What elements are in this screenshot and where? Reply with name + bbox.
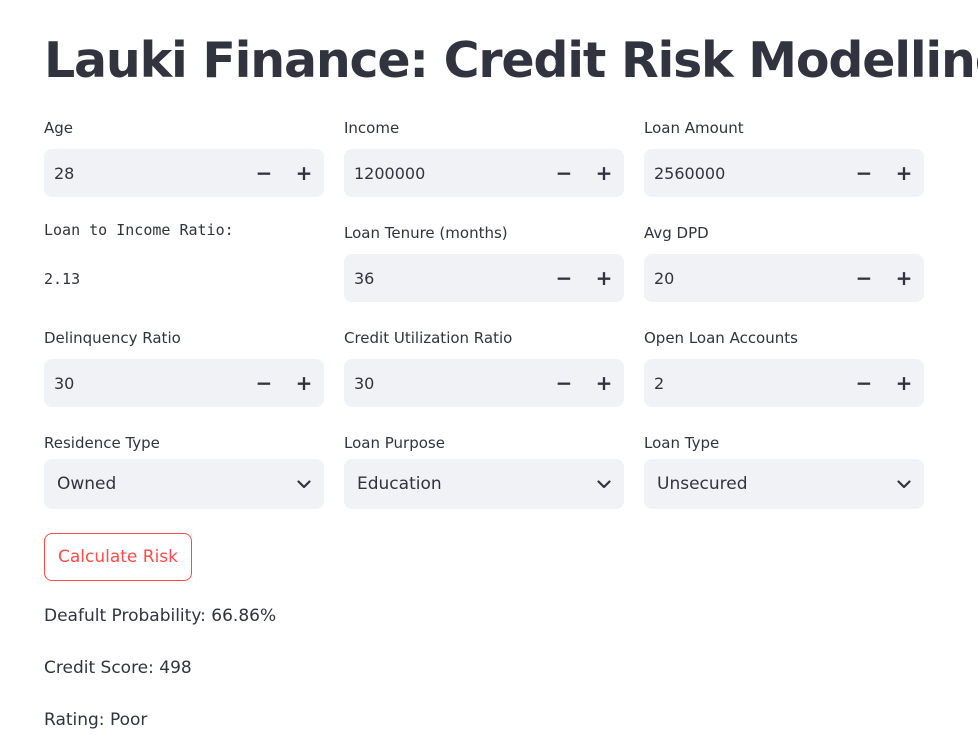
income-increment-button[interactable]: +	[584, 149, 624, 197]
default-probability-text: Deafult Probability: 66.86%	[44, 606, 277, 626]
rating-text: Rating: Poor	[44, 710, 148, 730]
minus-icon: −	[555, 266, 573, 290]
age-value[interactable]: 28	[44, 164, 244, 183]
credit-utilization-ratio-decrement-button[interactable]: −	[544, 359, 584, 407]
app-page: Lauki Finance: Credit Risk Modelling Age…	[0, 0, 978, 748]
loan-type-field: Loan Type Unsecured	[644, 433, 924, 509]
credit-utilization-ratio-value[interactable]: 30	[344, 374, 544, 393]
residence-type-select[interactable]: Owned	[44, 459, 324, 509]
open-loan-accounts-value[interactable]: 2	[644, 374, 844, 393]
loan-amount-input[interactable]: 2560000 − +	[644, 149, 924, 197]
delinquency-ratio-input[interactable]: 30 − +	[44, 359, 324, 407]
credit-utilization-ratio-increment-button[interactable]: +	[584, 359, 624, 407]
income-value[interactable]: 1200000	[344, 164, 544, 183]
delinquency-ratio-decrement-button[interactable]: −	[244, 359, 284, 407]
loan-tenure-field: Loan Tenure (months) 36 − +	[344, 223, 624, 302]
loan-amount-label: Loan Amount	[644, 119, 744, 137]
age-label: Age	[44, 119, 74, 137]
loan-type-value: Unsecured	[657, 474, 748, 494]
loan-tenure-increment-button[interactable]: +	[584, 254, 624, 302]
income-label: Income	[344, 119, 400, 137]
plus-icon: +	[595, 371, 613, 395]
loan-type-select[interactable]: Unsecured	[644, 459, 924, 509]
minus-icon: −	[555, 161, 573, 185]
open-loan-accounts-decrement-button[interactable]: −	[844, 359, 884, 407]
age-increment-button[interactable]: +	[284, 149, 324, 197]
open-loan-accounts-field: Open Loan Accounts 2 − +	[644, 328, 924, 407]
avg-dpd-increment-button[interactable]: +	[884, 254, 924, 302]
plus-icon: +	[595, 266, 613, 290]
delinquency-ratio-value[interactable]: 30	[44, 374, 244, 393]
credit-utilization-ratio-field: Credit Utilization Ratio 30 − +	[344, 328, 624, 407]
credit-utilization-ratio-input[interactable]: 30 − +	[344, 359, 624, 407]
plus-icon: +	[895, 371, 913, 395]
loan-to-income-ratio-label: Loan to Income Ratio:	[44, 221, 234, 239]
age-input[interactable]: 28 − +	[44, 149, 324, 197]
loan-to-income-ratio-value: 2.13	[44, 270, 81, 288]
residence-type-label: Residence Type	[44, 434, 160, 452]
credit-score-text: Credit Score: 498	[44, 658, 192, 678]
minus-icon: −	[555, 371, 573, 395]
loan-tenure-label: Loan Tenure (months)	[344, 224, 508, 242]
avg-dpd-label: Avg DPD	[644, 224, 709, 242]
loan-amount-value[interactable]: 2560000	[644, 164, 844, 183]
minus-icon: −	[255, 371, 273, 395]
loan-purpose-select[interactable]: Education	[344, 459, 624, 509]
open-loan-accounts-increment-button[interactable]: +	[884, 359, 924, 407]
avg-dpd-input[interactable]: 20 − +	[644, 254, 924, 302]
plus-icon: +	[895, 266, 913, 290]
plus-icon: +	[895, 161, 913, 185]
calculate-risk-button[interactable]: Calculate Risk	[44, 533, 192, 581]
income-field: Income 1200000 − +	[344, 118, 624, 197]
delinquency-ratio-increment-button[interactable]: +	[284, 359, 324, 407]
chevron-down-icon[interactable]	[884, 459, 924, 509]
credit-utilization-ratio-label: Credit Utilization Ratio	[344, 329, 513, 347]
avg-dpd-field: Avg DPD 20 − +	[644, 223, 924, 302]
loan-amount-increment-button[interactable]: +	[884, 149, 924, 197]
delinquency-ratio-field: Delinquency Ratio 30 − +	[44, 328, 324, 407]
loan-type-label: Loan Type	[644, 434, 720, 452]
residence-type-value: Owned	[57, 474, 117, 494]
plus-icon: +	[295, 161, 313, 185]
plus-icon: +	[595, 161, 613, 185]
loan-tenure-input[interactable]: 36 − +	[344, 254, 624, 302]
loan-purpose-value: Education	[357, 474, 442, 494]
loan-amount-decrement-button[interactable]: −	[844, 149, 884, 197]
loan-purpose-field: Loan Purpose Education	[344, 433, 624, 509]
minus-icon: −	[255, 161, 273, 185]
age-field: Age 28 − +	[44, 118, 324, 197]
open-loan-accounts-input[interactable]: 2 − +	[644, 359, 924, 407]
open-loan-accounts-label: Open Loan Accounts	[644, 329, 798, 347]
chevron-down-icon[interactable]	[284, 459, 324, 509]
page-title: Lauki Finance: Credit Risk Modelling	[44, 32, 978, 89]
delinquency-ratio-label: Delinquency Ratio	[44, 329, 181, 347]
income-decrement-button[interactable]: −	[544, 149, 584, 197]
plus-icon: +	[295, 371, 313, 395]
chevron-down-icon[interactable]	[584, 459, 624, 509]
age-decrement-button[interactable]: −	[244, 149, 284, 197]
avg-dpd-value[interactable]: 20	[644, 269, 844, 288]
minus-icon: −	[855, 371, 873, 395]
income-input[interactable]: 1200000 − +	[344, 149, 624, 197]
minus-icon: −	[855, 266, 873, 290]
avg-dpd-decrement-button[interactable]: −	[844, 254, 884, 302]
loan-tenure-decrement-button[interactable]: −	[544, 254, 584, 302]
loan-amount-field: Loan Amount 2560000 − +	[644, 118, 924, 197]
loan-tenure-value[interactable]: 36	[344, 269, 544, 288]
minus-icon: −	[855, 161, 873, 185]
residence-type-field: Residence Type Owned	[44, 433, 324, 509]
loan-purpose-label: Loan Purpose	[344, 434, 445, 452]
